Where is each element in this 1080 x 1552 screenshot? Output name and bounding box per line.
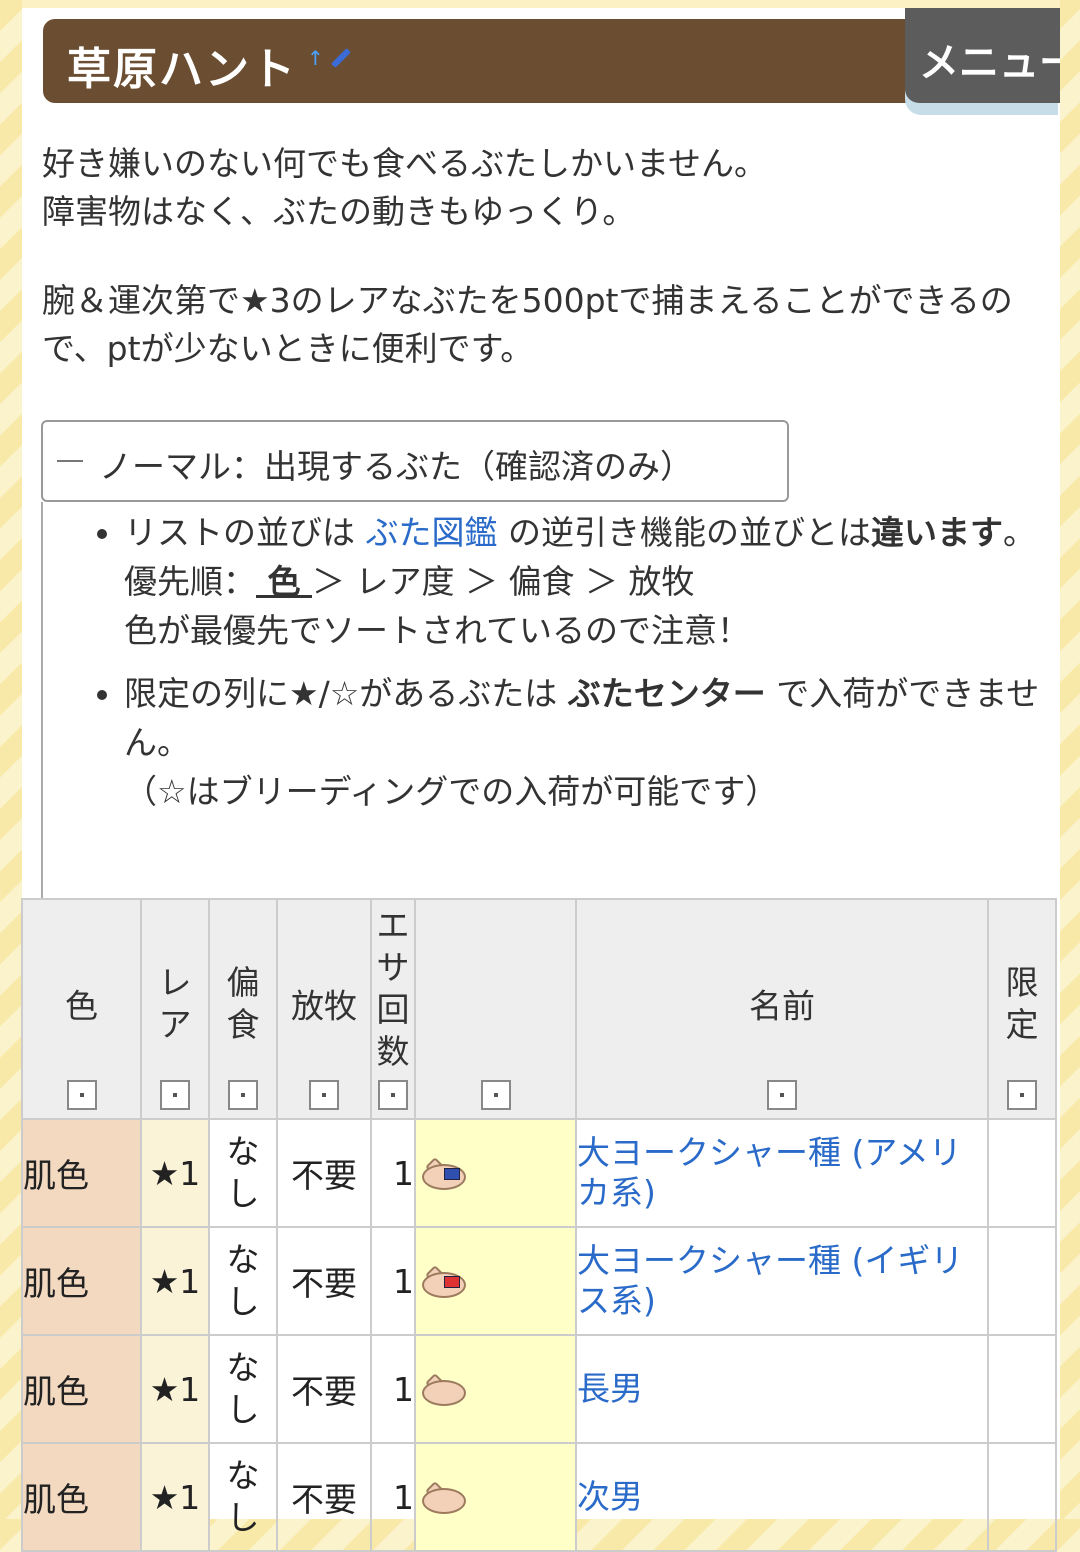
note-bold: 違います — [871, 513, 1003, 552]
sort-icon[interactable] — [378, 1080, 408, 1110]
header-label: 放牧 — [291, 986, 357, 1026]
cell-image — [414, 1442, 577, 1552]
note-text: 色が最優先でソートされているので注意！ — [124, 611, 751, 650]
cell-count: 1 — [370, 1118, 416, 1228]
pig-icon[interactable] — [418, 1157, 470, 1192]
top-strip — [22, 0, 1060, 8]
col-color: 色 — [21, 898, 142, 1120]
header-label: 偏 食 — [226, 962, 260, 1044]
cell-image — [414, 1334, 577, 1444]
zukan-link[interactable]: ぶた図鑑 — [366, 513, 498, 552]
tip-paragraph: 腕＆運次第で★3のレアなぶたを500ptで捕まえることができるので、ptが少ない… — [42, 281, 1013, 368]
priority-rest: ＞ レア度 ＞ 偏食 ＞ 放牧 — [311, 562, 695, 601]
table-row: 肌色 ★1 な し 不要 1 大ヨークシャー種 (アメリカ系) — [21, 1118, 1057, 1228]
cell-free: 不要 — [276, 1334, 372, 1444]
cell-image — [414, 1226, 577, 1336]
note-text: 限定の列に★/☆があるぶたは — [124, 674, 568, 713]
cell-free: 不要 — [276, 1118, 372, 1228]
table-header-row: 色 レ ア 偏 食 放牧 エ サ 回 数 名前 限 定 — [21, 898, 1057, 1120]
col-feed: 偏 食 — [208, 898, 278, 1120]
cell-count: 1 — [370, 1226, 416, 1336]
header-label: 色 — [65, 986, 98, 1026]
cell-feed: な し — [208, 1442, 278, 1552]
pig-icon[interactable] — [418, 1265, 470, 1300]
sort-icon[interactable] — [1007, 1080, 1037, 1110]
list-item: リストの並びは ぶた図鑑 の逆引き機能の並びとは違います。 優先順： 色 ＞ レ… — [124, 508, 1060, 655]
note-text: リストの並びは — [124, 513, 366, 552]
cell-color: 肌色 — [21, 1226, 142, 1336]
cell-count: 1 — [370, 1442, 416, 1552]
header-label: 名前 — [749, 986, 815, 1026]
pig-icon[interactable] — [418, 1481, 470, 1516]
note-bold: ぶたセンター — [567, 674, 766, 713]
menu-button[interactable]: メニュー — [905, 8, 1060, 115]
cell-feed: な し — [208, 1226, 278, 1336]
pig-name-link[interactable]: 長男 — [577, 1369, 643, 1408]
cell-limited — [987, 1118, 1057, 1228]
sort-icon[interactable] — [66, 1080, 97, 1110]
cell-name: 大ヨークシャー種 (アメリカ系) — [575, 1118, 989, 1228]
sort-icon[interactable] — [767, 1080, 797, 1110]
header-label: エ サ 回 数 — [376, 905, 410, 1071]
sort-icon[interactable] — [228, 1080, 258, 1110]
cell-color: 肌色 — [21, 1334, 142, 1444]
cell-rare: ★1 — [140, 1334, 210, 1444]
note-text: の逆引き機能の並びとは — [497, 513, 871, 552]
cell-limited — [987, 1334, 1057, 1444]
cell-name: 長男 — [575, 1334, 989, 1444]
cell-color: 肌色 — [21, 1442, 142, 1552]
priority-label: 優先順： — [124, 562, 256, 601]
col-limited: 限 定 — [987, 898, 1057, 1120]
menu-label: メニュー — [905, 8, 1060, 103]
cell-name: 次男 — [575, 1442, 989, 1552]
note-text: （☆はブリーディングでの入荷が可能です） — [124, 772, 779, 811]
up-arrow-icon[interactable]: ↑ — [307, 46, 324, 70]
cell-limited — [987, 1442, 1057, 1552]
table-row: 肌色 ★1 な し 不要 1 長男 — [21, 1334, 1057, 1444]
header-label: レ ア — [158, 962, 192, 1044]
cell-color: 肌色 — [21, 1118, 142, 1228]
pig-name-link[interactable]: 次男 — [577, 1477, 643, 1516]
cell-rare: ★1 — [140, 1118, 210, 1228]
notes-list: リストの並びは ぶた図鑑 の逆引き機能の並びとは違います。 優先順： 色 ＞ レ… — [80, 508, 1060, 830]
note-text: 。 — [1003, 513, 1036, 552]
page-title: 草原ハント — [67, 44, 297, 95]
cell-feed: な し — [208, 1334, 278, 1444]
fold-label: ノーマル：出現するぶた（確認済のみ） — [99, 447, 693, 486]
cell-feed: な し — [208, 1118, 278, 1228]
cell-free: 不要 — [276, 1226, 372, 1336]
list-item: 限定の列に★/☆があるぶたは ぶたセンター で入荷ができません。 （☆はブリーデ… — [124, 669, 1060, 816]
cell-limited — [987, 1226, 1057, 1336]
pig-table: 色 レ ア 偏 食 放牧 エ サ 回 数 名前 限 定 肌色 ★1 な し 不要… — [21, 898, 1057, 1552]
col-count: エ サ 回 数 — [370, 898, 416, 1120]
col-name: 名前 — [575, 898, 989, 1120]
title-icons: ↑ — [307, 43, 352, 71]
cell-count: 1 — [370, 1334, 416, 1444]
cell-name: 大ヨークシャー種 (イギリス系) — [575, 1226, 989, 1336]
sort-icon[interactable] — [160, 1080, 190, 1110]
sort-icon[interactable] — [480, 1080, 511, 1110]
col-rare: レ ア — [140, 898, 210, 1120]
sort-icon[interactable] — [309, 1080, 339, 1110]
intro-paragraph: 好き嫌いのない何でも食べるぶたしかいません。 障害物はなく、ぶたの動きもゆっくり… — [42, 144, 768, 231]
pig-icon[interactable] — [418, 1373, 470, 1408]
cell-rare: ★1 — [140, 1226, 210, 1336]
cell-rare: ★1 — [140, 1442, 210, 1552]
fold-toggle[interactable]: ノーマル：出現するぶた（確認済のみ） — [41, 420, 789, 502]
collapse-icon — [57, 460, 83, 462]
priority-color: 色 — [256, 562, 312, 601]
col-image — [414, 898, 577, 1120]
pig-name-link[interactable]: 大ヨークシャー種 (アメリカ系) — [577, 1133, 962, 1212]
cell-image — [414, 1118, 577, 1228]
col-free: 放牧 — [276, 898, 372, 1120]
header-label: 限 定 — [1005, 962, 1039, 1044]
cell-free: 不要 — [276, 1442, 372, 1552]
pig-name-link[interactable]: 大ヨークシャー種 (イギリス系) — [577, 1241, 963, 1320]
table-row: 肌色 ★1 な し 不要 1 大ヨークシャー種 (イギリス系) — [21, 1226, 1057, 1336]
table-row: 肌色 ★1 な し 不要 1 次男 — [21, 1442, 1057, 1552]
pencil-icon[interactable] — [330, 48, 351, 68]
